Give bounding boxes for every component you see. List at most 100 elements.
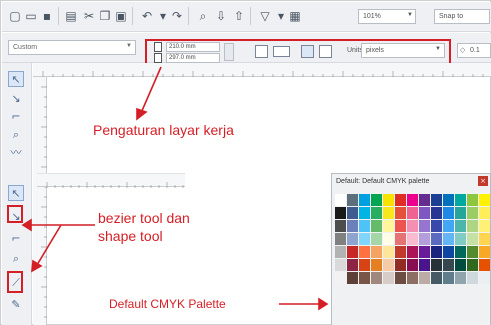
palette-arrow-head — [318, 297, 329, 311]
color-swatch[interactable] — [359, 259, 370, 271]
color-swatch[interactable] — [467, 207, 478, 219]
color-swatch[interactable] — [347, 233, 358, 245]
color-swatch[interactable] — [443, 233, 454, 245]
color-swatch[interactable] — [347, 259, 358, 271]
color-swatch[interactable] — [359, 194, 370, 206]
color-swatch[interactable] — [467, 259, 478, 271]
color-swatch[interactable] — [371, 259, 382, 271]
color-swatch[interactable] — [395, 246, 406, 258]
color-swatch[interactable] — [395, 259, 406, 271]
color-swatch[interactable] — [347, 246, 358, 258]
color-swatch[interactable] — [467, 194, 478, 206]
color-swatch[interactable] — [335, 194, 346, 206]
close-icon[interactable]: × — [478, 176, 488, 186]
color-swatch[interactable] — [455, 207, 466, 219]
color-swatch[interactable] — [479, 246, 490, 258]
color-swatch[interactable] — [431, 220, 442, 232]
color-swatch[interactable] — [371, 220, 382, 232]
color-swatch[interactable] — [383, 207, 394, 219]
color-swatch[interactable] — [383, 233, 394, 245]
color-swatch[interactable] — [371, 246, 382, 258]
color-swatch[interactable] — [407, 246, 418, 258]
color-swatch[interactable] — [347, 272, 358, 284]
color-swatch[interactable] — [479, 220, 490, 232]
color-swatch[interactable] — [335, 233, 346, 245]
color-swatch[interactable] — [443, 246, 454, 258]
color-swatch[interactable] — [383, 246, 394, 258]
color-swatch[interactable] — [371, 233, 382, 245]
color-swatch[interactable] — [383, 272, 394, 284]
color-swatch[interactable] — [407, 220, 418, 232]
color-swatch[interactable] — [443, 194, 454, 206]
color-swatch[interactable] — [479, 259, 490, 271]
color-swatch[interactable] — [359, 272, 370, 284]
color-swatch[interactable] — [347, 207, 358, 219]
color-swatch[interactable] — [443, 220, 454, 232]
palette-annotation: Default CMYK Palette — [109, 297, 226, 311]
color-swatch[interactable] — [395, 207, 406, 219]
color-swatch[interactable] — [359, 233, 370, 245]
color-swatch[interactable] — [455, 220, 466, 232]
color-swatch[interactable] — [455, 272, 466, 284]
color-swatch[interactable] — [443, 259, 454, 271]
color-swatch[interactable] — [359, 220, 370, 232]
color-swatch[interactable] — [419, 194, 430, 206]
color-swatch[interactable] — [359, 246, 370, 258]
color-swatch[interactable] — [395, 194, 406, 206]
color-swatch[interactable] — [395, 272, 406, 284]
color-swatch[interactable] — [347, 194, 358, 206]
workspace-arrow-head — [136, 107, 148, 121]
color-swatch[interactable] — [407, 259, 418, 271]
color-swatch[interactable] — [335, 259, 346, 271]
color-swatch[interactable] — [371, 272, 382, 284]
workspace-annotation: Pengaturan layar kerja — [93, 122, 234, 138]
color-swatch[interactable] — [335, 272, 346, 284]
color-swatch[interactable] — [335, 220, 346, 232]
color-swatch[interactable] — [371, 207, 382, 219]
color-swatch[interactable] — [407, 207, 418, 219]
color-swatch[interactable] — [431, 272, 442, 284]
color-swatch[interactable] — [443, 207, 454, 219]
color-swatch[interactable] — [431, 194, 442, 206]
bezier-arrow-head — [21, 218, 32, 232]
color-swatch[interactable] — [419, 220, 430, 232]
color-swatch[interactable] — [419, 259, 430, 271]
color-swatch[interactable] — [479, 272, 490, 284]
color-swatch[interactable] — [431, 259, 442, 271]
color-swatch[interactable] — [455, 259, 466, 271]
color-swatch[interactable] — [371, 194, 382, 206]
color-swatch[interactable] — [419, 246, 430, 258]
color-swatch[interactable] — [479, 207, 490, 219]
color-swatch[interactable] — [395, 220, 406, 232]
color-swatch[interactable] — [431, 246, 442, 258]
color-swatch[interactable] — [455, 246, 466, 258]
color-swatch[interactable] — [407, 272, 418, 284]
color-swatch[interactable] — [407, 233, 418, 245]
color-swatch[interactable] — [419, 207, 430, 219]
color-swatch[interactable] — [395, 233, 406, 245]
color-swatch[interactable] — [479, 233, 490, 245]
color-swatch[interactable] — [419, 233, 430, 245]
color-swatch[interactable] — [359, 207, 370, 219]
color-swatch[interactable] — [383, 194, 394, 206]
color-swatch[interactable] — [467, 233, 478, 245]
color-swatch[interactable] — [383, 259, 394, 271]
color-swatch[interactable] — [335, 207, 346, 219]
app-window: ▢ ▭ ▪ ▤ ✂ ❐ ▣ ↶ ▾ ↷ ⌕ ⇩ ⇧ ▽ ▾ ▦ 101% ▼ S… — [0, 0, 491, 325]
color-swatch[interactable] — [419, 272, 430, 284]
color-swatch[interactable] — [407, 194, 418, 206]
palette-swatch-grid — [335, 194, 490, 284]
color-swatch[interactable] — [467, 246, 478, 258]
color-swatch[interactable] — [455, 194, 466, 206]
color-swatch[interactable] — [431, 233, 442, 245]
color-swatch[interactable] — [479, 194, 490, 206]
color-swatch[interactable] — [383, 220, 394, 232]
color-swatch[interactable] — [467, 220, 478, 232]
color-swatch[interactable] — [467, 272, 478, 284]
color-swatch[interactable] — [431, 207, 442, 219]
color-swatch[interactable] — [443, 272, 454, 284]
color-swatch[interactable] — [455, 233, 466, 245]
color-swatch[interactable] — [347, 220, 358, 232]
color-swatch[interactable] — [335, 246, 346, 258]
palette-title: Default: Default CMYK palette — [336, 178, 430, 185]
